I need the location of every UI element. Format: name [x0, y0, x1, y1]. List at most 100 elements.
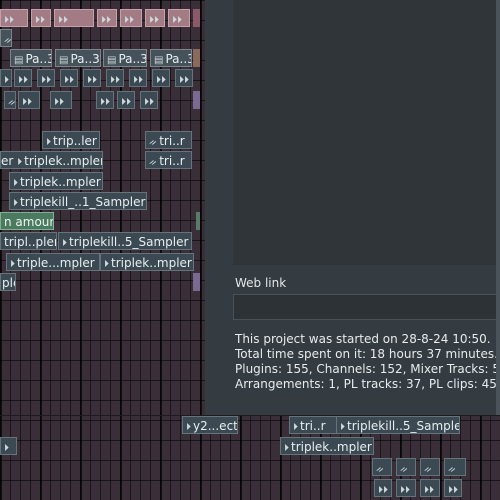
- audio-clip[interactable]: ⏵⏵: [96, 91, 114, 109]
- audio-clip[interactable]: ⏵: [0, 69, 12, 87]
- audio-clip-icon: ⏵⏵: [124, 15, 134, 26]
- audio-clip[interactable]: ᨀ: [396, 458, 416, 476]
- audio-clip-icon: ⏵⏵: [400, 485, 410, 496]
- audio-clip[interactable]: ᨀ: [0, 29, 12, 47]
- audio-clip[interactable]: ⏵ triplek..mpler: [9, 172, 103, 190]
- audio-clip-icon: ᨀ: [8, 97, 16, 108]
- audio-clip[interactable]: ⏵⏵: [140, 91, 158, 109]
- audio-clip[interactable]: ⏵ triplekill..5_Sampler: [336, 416, 460, 434]
- audio-clip[interactable]: ⏵⏵: [14, 69, 32, 87]
- audio-clip[interactable]: ⏵⏵: [60, 69, 78, 87]
- audio-clip[interactable]: ⏵⏵: [129, 69, 147, 87]
- clip-edge-marker: [196, 212, 200, 230]
- audio-clip[interactable]: ⏵ triplek..mpler: [280, 437, 374, 455]
- audio-clip[interactable]: ⏵ triplekill_..1_Sampler: [9, 192, 147, 210]
- audio-clip[interactable]: pler: [0, 273, 16, 291]
- audio-clip[interactable]: ⏵⏵: [83, 69, 101, 87]
- audio-clip[interactable]: ⏵⏵: [18, 91, 40, 109]
- audio-clip[interactable]: ⏵⏵: [37, 69, 55, 87]
- audio-clip[interactable]: ⏵⏵: [152, 69, 170, 87]
- audio-clip-icon: ⏵: [13, 198, 18, 209]
- audio-clip-icon: ᨀ: [424, 464, 433, 475]
- audio-clip-icon: ⏵: [186, 422, 191, 433]
- audio-clip-icon: ⏵: [46, 137, 51, 148]
- audio-clip[interactable]: ⏵⏵: [106, 69, 124, 87]
- audio-clip-icon: ⏵⏵: [58, 15, 68, 26]
- clip-label: Pa..3: [118, 52, 147, 66]
- audio-clip-icon: ᨀ: [4, 35, 12, 46]
- clip-label: pler: [2, 276, 15, 290]
- audio-clip[interactable]: ⏵ triplekill..5_Sampler: [58, 232, 192, 250]
- audio-clip-icon: ⏵⏵: [149, 15, 159, 26]
- audio-clip[interactable]: ⏵⏵: [117, 91, 135, 109]
- stats-line-arrangements: Arrangements: 1, PL tracks: 37, PL clips…: [235, 377, 500, 391]
- clip-edge-marker: [193, 9, 200, 27]
- pattern-clip[interactable]: ▤ Pa..3: [103, 49, 147, 67]
- clip-label: tri..r: [159, 154, 185, 168]
- audio-clip[interactable]: ᨀ: [420, 458, 440, 476]
- audio-clip-icon: ⏵⏵: [121, 97, 131, 108]
- stats-line-started: This project was started on 28-8-24 10:5…: [235, 332, 491, 346]
- audio-clip[interactable]: ⏵⏵: [175, 69, 193, 87]
- audio-clip[interactable]: ⏵ y2...ect: [182, 416, 238, 434]
- project-info-textarea[interactable]: [233, 0, 500, 265]
- audio-clip[interactable]: ⏵ triple...mpler: [6, 253, 100, 271]
- clip-label: tri..r: [159, 134, 185, 148]
- clip-label: triplek..mpler: [111, 256, 192, 270]
- stats-line-plugins: Plugins: 155, Channels: 152, Mixer Track…: [235, 362, 500, 376]
- audio-clip[interactable]: ⏵ triplek..mpler: [100, 253, 194, 271]
- audio-clip-icon: ⏵: [13, 178, 18, 189]
- audio-clip-icon: ⏵⏵: [424, 485, 434, 496]
- pattern-icon: ▤: [14, 55, 24, 66]
- automation-clip[interactable]: n amount: [0, 212, 54, 230]
- clip-label: tri..r: [300, 419, 326, 433]
- pattern-icon: ▤: [154, 55, 164, 66]
- audio-clip-icon: ᨀ: [448, 464, 457, 475]
- pattern-icon: ▤: [107, 55, 117, 66]
- clip-label: triplekill_..1_Sampler: [20, 195, 146, 209]
- audio-clip-icon: ⏵⏵: [54, 97, 64, 108]
- clip-label: triplek..mpler: [291, 440, 372, 454]
- audio-clip-icon: ⏵: [284, 443, 289, 454]
- audio-clip[interactable]: ᨀ: [444, 458, 466, 476]
- pattern-clip[interactable]: ▤ Pa..3: [55, 49, 101, 67]
- audio-clip[interactable]: ᨀ: [4, 91, 16, 109]
- audio-clip-icon: ᨀ: [149, 137, 158, 148]
- audio-clip-icon: ⏵⏵: [100, 97, 110, 108]
- audio-clip[interactable]: ⏵⏵: [444, 479, 462, 497]
- audio-clip[interactable]: ⏵⏵: [50, 91, 72, 109]
- web-link-input[interactable]: [233, 294, 500, 320]
- audio-clip-icon: ⏵⏵: [378, 485, 388, 496]
- pattern-clip[interactable]: ⏵⏵: [145, 9, 165, 27]
- pattern-clip[interactable]: ▤ Pa..3: [150, 49, 192, 67]
- audio-clip[interactable]: tripl..pler: [0, 232, 57, 250]
- audio-clip[interactable]: ⏵⏵: [374, 479, 392, 497]
- pattern-clip[interactable]: ⏵⏵: [97, 9, 117, 27]
- audio-clip-icon: ⏵⏵: [172, 15, 182, 26]
- audio-clip[interactable]: ⏵ tri..r: [289, 416, 343, 434]
- audio-clip-icon: ⏵: [340, 422, 345, 433]
- audio-clip[interactable]: ᨀ tri..r: [145, 131, 192, 149]
- audio-clip[interactable]: ᨀ: [372, 458, 392, 476]
- pattern-clip[interactable]: ⏵⏵: [31, 9, 51, 27]
- audio-clip[interactable]: ⏵⏵: [396, 479, 416, 497]
- audio-clip[interactable]: er ⏵ triplek..mpler: [0, 151, 103, 169]
- audio-clip-icon: ⏵: [10, 259, 15, 270]
- audio-clip[interactable]: ⏵ trip..ler: [42, 131, 100, 149]
- clip-label: n amount: [4, 215, 53, 229]
- audio-clip[interactable]: ᨀ tri..r: [145, 151, 192, 169]
- pattern-clip[interactable]: ⏵⏵: [0, 9, 28, 27]
- audio-clip-icon: ⏵⏵: [22, 97, 32, 108]
- audio-clip-icon: ⏵: [293, 422, 298, 433]
- audio-clip[interactable]: ⏵: [0, 437, 17, 455]
- stats-line-time: Total time spent on it: 18 hours 37 minu…: [235, 347, 498, 361]
- audio-clip-icon: ⏵: [62, 238, 67, 249]
- pattern-clip[interactable]: ⏵⏵: [120, 9, 142, 27]
- audio-clip-icon: ᨀ: [400, 464, 409, 475]
- pattern-clip[interactable]: ⏵⏵: [168, 9, 190, 27]
- pattern-clip[interactable]: ⏵⏵: [54, 9, 94, 27]
- audio-clip[interactable]: ⏵⏵: [420, 479, 440, 497]
- clip-label: Pa..3: [25, 52, 52, 66]
- panel-bottom-edge: [0, 415, 500, 416]
- pattern-clip[interactable]: ▤ Pa..3: [10, 49, 52, 67]
